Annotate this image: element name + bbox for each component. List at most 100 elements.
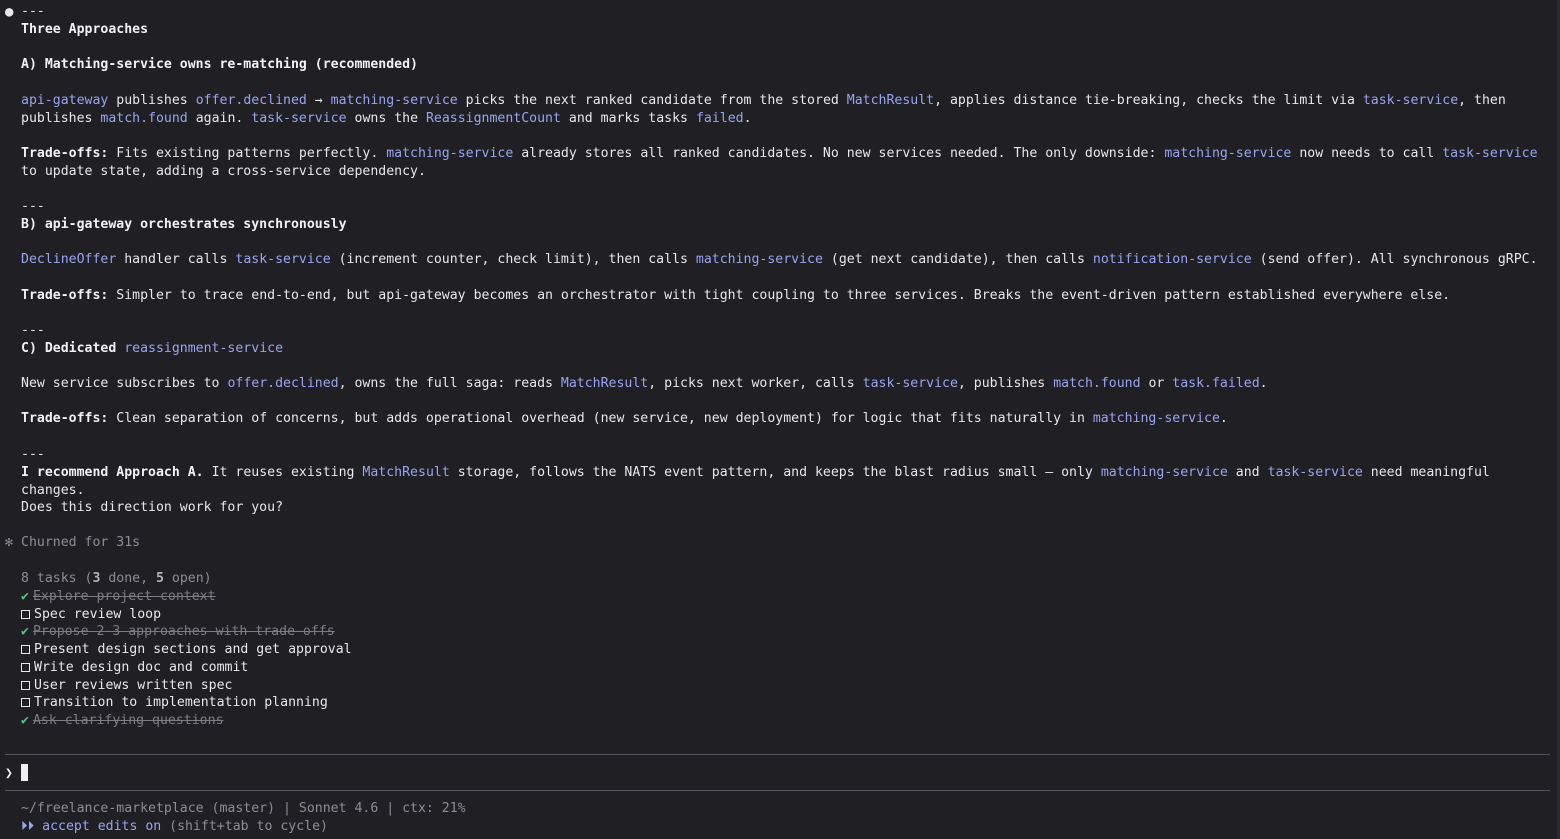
text-run: , applies distance tie-breaking, checks … [934,93,1363,108]
section-heading: Three Approaches [21,22,149,37]
task-item: Transition to implementation planning [21,694,328,712]
text-run: . [1219,411,1228,426]
mode-label: accept edits on [42,819,162,834]
text-run: picks the next ranked candidate from the… [457,93,847,108]
code-identifier: task-service [1362,93,1459,108]
question: Does this direction work for you? [21,500,284,515]
code-identifier: DeclineOffer [21,252,117,267]
prompt-input-cursor[interactable] [21,764,28,781]
checkmark-icon: ✔ [21,712,29,728]
text-run: Fits existing patterns perfectly. [108,146,387,161]
code-identifier: matching-service [1164,146,1292,161]
terminal-window: ● --- Three Approaches A) Matching-servi… [0,0,1560,839]
code-identifier: reassignment-service [124,341,284,356]
task-label: Propose 2-3 approaches with trade-offs [32,624,335,640]
churned-status: Churned for 31s [21,535,141,550]
task-label: User reviews written spec [34,677,233,693]
divider-line-top [5,754,1550,755]
approach-b-title: B) api-gateway orchestrates synchronousl… [21,217,347,232]
text-run: , publishes [957,376,1054,391]
text-run: handler calls [116,252,236,267]
code-identifier: notification-service [1092,252,1252,267]
bold-label: Trade-offs: [21,288,109,303]
approach-c-title: C) Dedicated reassignment-service [21,340,1546,358]
recommendation: I recommend Approach A. It reuses existi… [21,464,1546,500]
text-run: again. [187,110,252,126]
task-label: Transition to implementation planning [34,695,328,711]
code-identifier: api-gateway [21,93,109,108]
code-identifier: matching-service [386,146,514,161]
bold-label: I recommend Approach A. [21,465,204,480]
text-run: , picks next worker, calls [648,376,863,391]
text-run: , owns the full saga: reads [338,376,561,391]
approach-a-body: api-gateway publishes offer.declined → m… [21,92,1546,128]
checkbox-icon [21,645,30,655]
task-label: Spec review loop [34,606,162,622]
code-identifier: match.found [100,110,188,126]
code-identifier: failed [695,110,744,126]
task-item: User reviews written spec [21,677,233,695]
code-identifier: ReassignmentCount [425,110,561,126]
approach-b-body: DeclineOffer handler calls task-service … [21,251,1546,269]
bold-label: Trade-offs: [21,411,109,426]
code-identifier: task-service [251,110,347,126]
task-item: ✔ Propose 2-3 approaches with trade-offs [21,623,335,641]
code-identifier: task.failed [1172,376,1260,391]
divider-line-bottom [5,790,1550,791]
text-run: owns the [346,110,426,126]
text-run: . [1259,376,1268,391]
text-run: → [306,93,331,108]
checkbox-icon [21,609,30,619]
approach-a-tradeoffs: Trade-offs: Fits existing patterns perfe… [21,145,1546,181]
checkmark-icon: ✔ [21,624,29,640]
asterisk-icon: ✻ [5,535,13,550]
status-line: ~/freelance-marketplace (master) | Sonne… [21,801,466,816]
text-run: (increment counter, check limit), then c… [330,252,696,267]
text-run: New service subscribes to [21,376,228,391]
text-run: already stores all ranked candidates. No… [513,146,1165,161]
task-item: ✔ Ask clarifying questions [21,712,224,730]
text-run: Clean separation of concerns, but adds o… [108,411,1093,426]
checkbox-icon [21,680,30,690]
text-run: and marks tasks [560,110,696,126]
checkmark-icon: ✔ [21,589,29,604]
code-identifier: offer.declined [195,93,307,108]
checkbox-icon [21,698,30,708]
tasks-summary: 8 tasks (3 done, 5 open) [21,571,212,586]
mode-hint: (shift+tab to cycle) [161,819,328,834]
text-run: storage, follows the NATS event pattern,… [449,465,1101,480]
bold-label: C) Dedicated [21,341,125,356]
code-identifier: MatchResult [846,93,935,108]
divider-4: --- [21,447,45,462]
code-identifier: match.found [1053,376,1141,391]
task-item: Spec review loop [21,606,161,624]
approach-c-tradeoffs: Trade-offs: Clean separation of concerns… [21,410,1546,428]
task-label: Present design sections and get approval [34,642,352,658]
prompt-chevron-icon: ❯ [5,766,13,781]
code-identifier: task-service [235,252,331,267]
task-item: Present design sections and get approval [21,641,352,659]
code-identifier: matching-service [695,252,823,267]
divider-1: --- [21,4,45,19]
approach-a-title: A) Matching-service owns re-matching (re… [21,57,418,72]
task-label: Ask clarifying questions [32,712,224,728]
fast-forward-icon: ⏵⏵ [21,819,35,834]
task-item: ✔ Explore project context [21,588,216,606]
code-identifier: task-service [862,376,958,391]
bold-label: Trade-offs: [21,146,109,161]
divider-2: --- [21,199,45,214]
text-run: . [743,110,752,126]
text-run: now needs to call [1291,146,1443,161]
approach-b-tradeoffs: Trade-offs: Simpler to trace end-to-end,… [21,287,1546,305]
message-bullet-icon: ● [5,4,14,20]
task-label: Write design doc and commit [34,659,249,675]
text-run: publishes [108,93,196,108]
text-run: (send offer). All synchronous gRPC. [1251,252,1538,267]
code-identifier: MatchResult [560,376,649,391]
code-identifier: matching-service [1092,411,1220,426]
divider-3: --- [21,323,45,338]
text-run: It reuses existing [203,465,363,480]
mode-indicator[interactable]: ⏵⏵ accept edits on (shift+tab to cycle) [21,818,328,836]
code-identifier: task-service [1267,465,1363,480]
text-run: and [1227,465,1268,480]
